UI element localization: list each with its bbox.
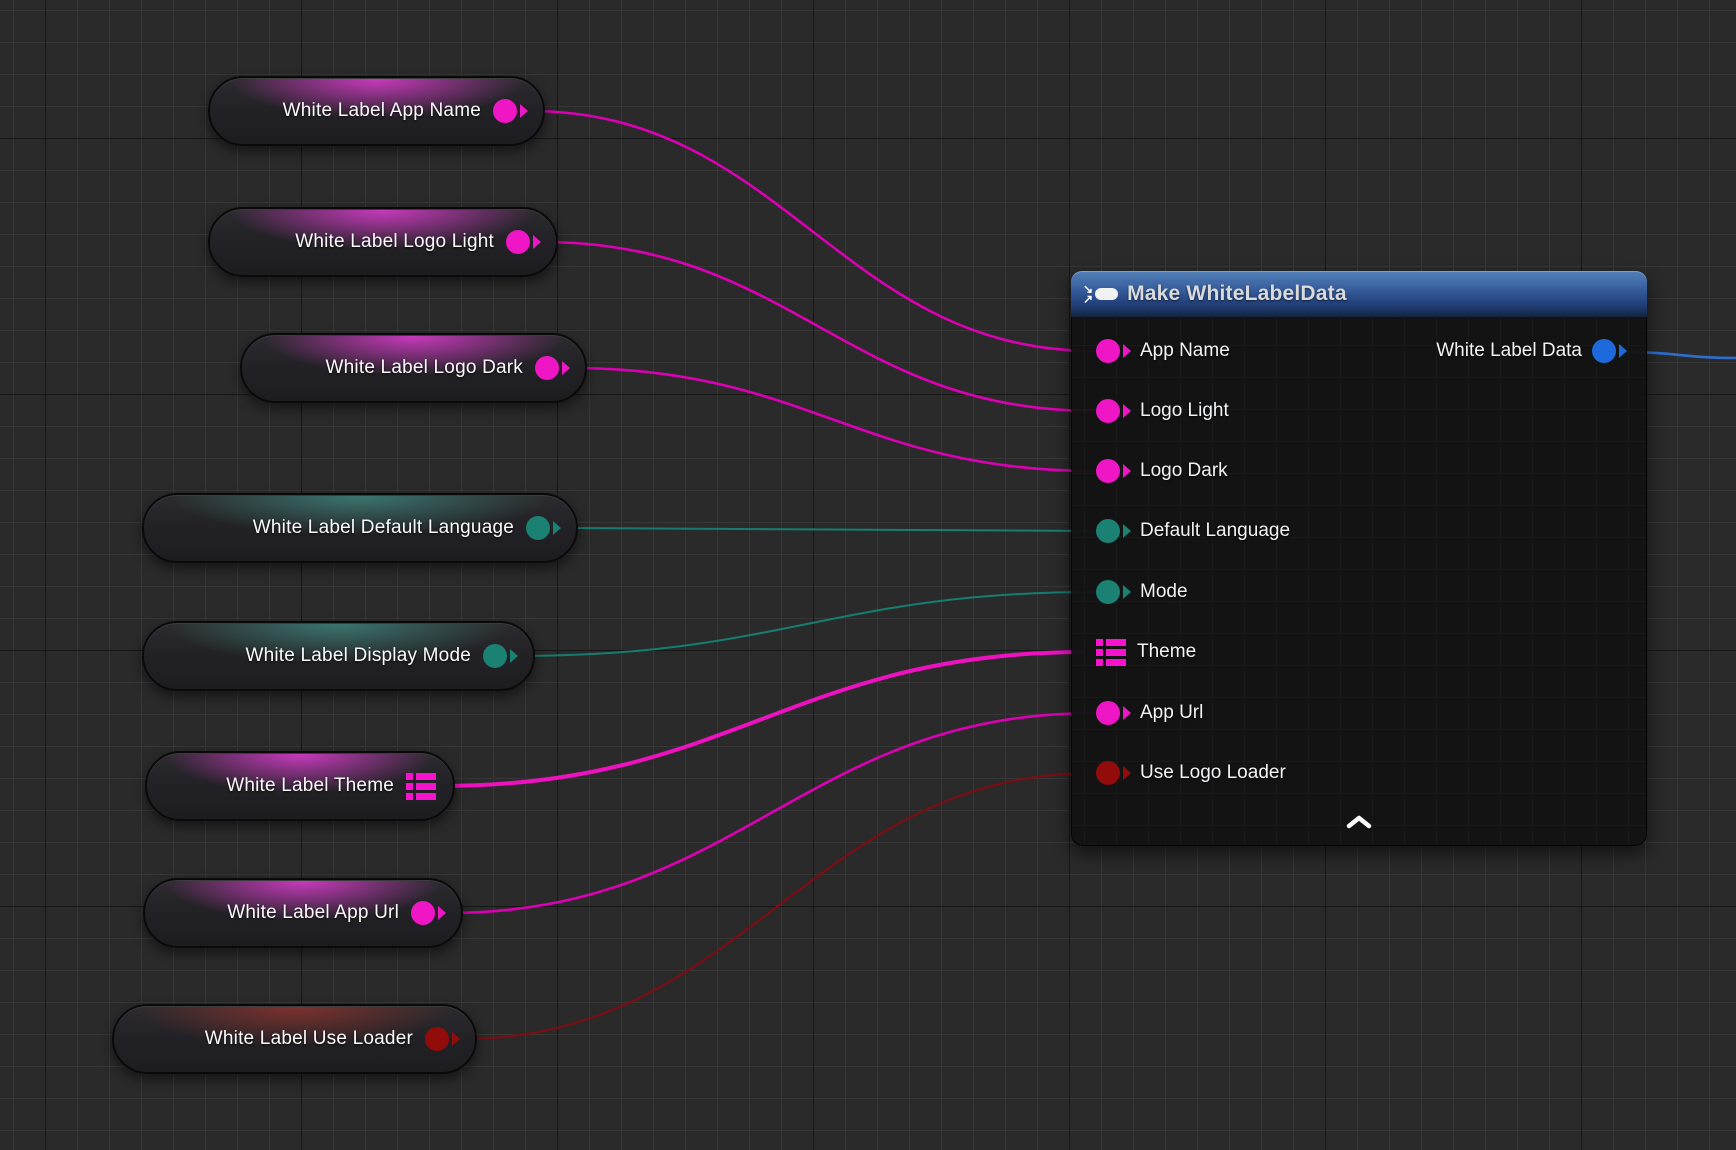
node-header[interactable]: ↘↗ Make WhiteLabelData [1071,271,1647,317]
node-title: White Label App Url [227,902,399,924]
string-input-pin[interactable] [1096,459,1130,483]
wire-logo-light[interactable] [542,242,1095,411]
node-title: White Label Theme [226,775,394,797]
pin-label: Default Language [1140,520,1290,542]
node-title: White Label Display Mode [245,645,471,667]
input-row: Default Language [1096,516,1290,546]
getter-node-white-label-logo-dark[interactable]: White Label Logo Dark [240,333,587,403]
input-row: Logo Light [1096,396,1229,426]
getter-node-white-label-use-loader[interactable]: White Label Use Loader [112,1004,477,1074]
pin-label: Logo Light [1140,400,1229,422]
struct-input-pin[interactable] [1096,639,1127,666]
wire-default-language[interactable] [562,528,1095,531]
string-output-pin[interactable] [411,901,445,925]
wire-display-mode[interactable] [519,592,1095,656]
input-row: Theme [1096,637,1196,667]
node-title: White Label App Name [283,100,481,122]
enum-output-pin[interactable] [483,644,517,668]
chevron-up-icon [1346,814,1372,830]
input-row: Mode [1096,577,1188,607]
pin-label: White Label Data [1436,340,1582,362]
pin-label: App Name [1140,340,1230,362]
pin-label: Theme [1137,641,1196,663]
node-title: White Label Use Loader [205,1028,413,1050]
input-row: Logo Dark [1096,456,1228,486]
input-row: Use Logo Loader [1096,758,1286,788]
string-output-pin[interactable] [535,356,569,380]
struct-output-pin[interactable] [406,773,437,800]
collapse-node-button[interactable] [1346,814,1372,830]
blueprint-graph-canvas[interactable]: White Label App Name White Label Logo Li… [0,0,1736,1150]
getter-node-white-label-theme[interactable]: White Label Theme [145,751,455,821]
wire-app-url[interactable] [447,713,1095,913]
node-title: White Label Logo Dark [326,357,523,379]
getter-node-white-label-logo-light[interactable]: White Label Logo Light [208,207,558,277]
string-input-pin[interactable] [1096,339,1130,363]
string-input-pin[interactable] [1096,701,1130,725]
node-title: Make WhiteLabelData [1127,282,1347,306]
bool-input-pin[interactable] [1096,761,1130,785]
wire-logo-dark[interactable] [571,368,1095,471]
enum-output-pin[interactable] [526,516,560,540]
string-input-pin[interactable] [1096,399,1130,423]
pin-label: Logo Dark [1140,460,1228,482]
bool-output-pin[interactable] [425,1027,459,1051]
input-row: App Url [1096,698,1203,728]
input-row: App Name [1096,336,1230,366]
node-title: White Label Default Language [253,517,514,539]
wire-app-name[interactable] [529,111,1095,351]
string-output-pin[interactable] [506,230,540,254]
output-row: White Label Data [1436,336,1626,366]
getter-node-white-label-display-mode[interactable]: White Label Display Mode [142,621,535,691]
node-title: White Label Logo Light [295,231,494,253]
getter-node-white-label-default-language[interactable]: White Label Default Language [142,493,578,563]
pin-label: Use Logo Loader [1140,762,1286,784]
string-output-pin[interactable] [493,99,527,123]
make-struct-icon: ↘↗ [1083,284,1118,304]
getter-node-white-label-app-name[interactable]: White Label App Name [208,76,545,146]
enum-input-pin[interactable] [1096,580,1130,604]
pin-label: App Url [1140,702,1203,724]
getter-node-white-label-app-url[interactable]: White Label App Url [143,878,463,948]
pin-label: Mode [1140,581,1188,603]
enum-input-pin[interactable] [1096,519,1130,543]
wire-use-loader[interactable] [461,773,1095,1039]
struct-output-pin[interactable] [1592,339,1626,363]
wire-theme[interactable] [441,652,1085,786]
make-whitelabeldata-node[interactable]: ↘↗ Make WhiteLabelData App Name White La… [1071,271,1647,846]
